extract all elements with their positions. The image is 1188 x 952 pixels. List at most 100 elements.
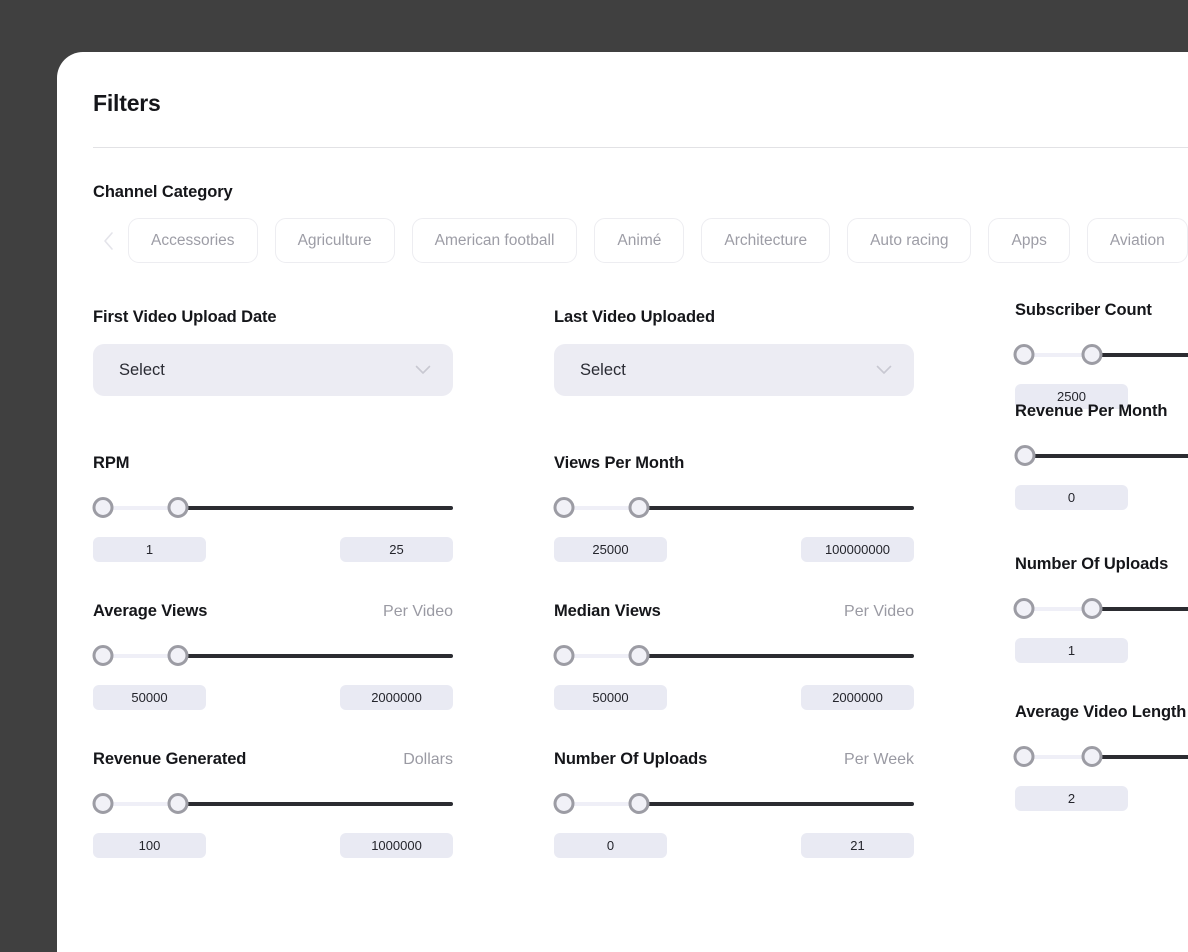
field-label: Revenue Generated [93,750,246,769]
filter-rpm: RPM 1 25 [93,454,554,562]
filter-number-of-uploads-right: Number Of Uploads 1 [1015,555,1188,710]
value-row: 50000 2000000 [93,685,453,710]
value-row: 0 21 [554,833,914,858]
field-unit: Per Week [844,751,914,769]
revenue-generated-slider[interactable] [93,793,453,815]
slider-max-value[interactable]: 21 [801,833,914,858]
slider-handle-max[interactable] [167,793,188,814]
slider-max-value[interactable]: 2000000 [340,685,453,710]
slider-max-value[interactable]: 25 [340,537,453,562]
slider-handle-max[interactable] [628,793,649,814]
slider-min-value[interactable]: 100 [93,833,206,858]
filter-subscriber-count: Subscriber Count 2500 [1015,301,1188,409]
slider-min-value[interactable]: 0 [1015,485,1128,510]
filter-first-video-upload-date: First Video Upload Date Select [93,308,554,409]
slider-min-value[interactable]: 25000 [554,537,667,562]
slider-handle-min[interactable] [93,645,114,666]
field-label: Last Video Uploaded [554,308,715,327]
category-chip[interactable]: Apps [988,218,1069,263]
category-chip[interactable]: Agriculture [275,218,395,263]
category-chip[interactable]: American football [412,218,578,263]
filters-grid: First Video Upload Date Select Last Vide… [93,308,1188,858]
value-row: 25000 100000000 [554,537,914,562]
slider-track-active [178,506,453,510]
filter-number-of-uploads: Number Of Uploads Per Week 0 21 [554,750,1015,858]
filter-average-video-length: Average Video Length 2 [1015,703,1188,858]
slider-min-value[interactable]: 50000 [554,685,667,710]
filter-revenue-generated: Revenue Generated Dollars 100 1000000 [93,750,554,858]
field-label: Revenue Per Month [1015,402,1167,421]
slider-max-value[interactable]: 1000000 [340,833,453,858]
slider-handle-min[interactable] [93,497,114,518]
field-label: RPM [93,454,129,473]
number-of-uploads-slider[interactable] [554,793,914,815]
filters-panel: Filters Channel Category Accessories Agr… [57,52,1188,952]
last-video-uploaded-select[interactable]: Select [554,344,914,396]
subscriber-count-slider[interactable] [1015,344,1188,366]
filter-views-per-month: Views Per Month 25000 100000000 [554,454,1015,562]
slider-track-active [1025,454,1188,458]
slider-track-active [639,802,914,806]
slider-handle-max[interactable] [628,497,649,518]
slider-handle-min[interactable] [1013,746,1034,767]
slider-handle-min[interactable] [1013,598,1034,619]
slider-handle-max[interactable] [1082,344,1103,365]
slider-min-value[interactable]: 2 [1015,786,1128,811]
field-label: First Video Upload Date [93,308,277,327]
category-chip[interactable]: Auto racing [847,218,971,263]
slider-max-value[interactable]: 100000000 [801,537,914,562]
category-chip[interactable]: Animé [594,218,684,263]
slider-handle-max[interactable] [1082,598,1103,619]
slider-track-active [178,654,453,658]
filter-average-views: Average Views Per Video 50000 2000000 [93,602,554,710]
slider-handle-min[interactable] [554,497,575,518]
slider-handle-min[interactable] [1015,445,1036,466]
median-views-slider[interactable] [554,645,914,667]
field-label: Number Of Uploads [1015,555,1168,574]
average-video-length-slider[interactable] [1015,746,1188,768]
chevron-down-icon [874,360,894,380]
slider-min-value[interactable]: 0 [554,833,667,858]
page-title: Filters [93,52,1188,117]
average-views-slider[interactable] [93,645,453,667]
value-row: 2 [1015,786,1188,811]
number-of-uploads-right-slider[interactable] [1015,598,1188,620]
field-label: Average Video Length [1015,703,1186,722]
channel-category-label: Channel Category [93,183,1188,202]
field-unit: Dollars [403,751,453,769]
filter-revenue-per-month: Revenue Per Month 0 [1015,402,1188,562]
slider-handle-max[interactable] [167,645,188,666]
value-row: 1 25 [93,537,453,562]
field-unit: Per Video [844,603,914,621]
first-video-upload-date-select[interactable]: Select [93,344,453,396]
chevron-left-icon[interactable] [93,226,123,256]
category-chip[interactable]: Aviation [1087,218,1188,263]
slider-min-value[interactable]: 1 [93,537,206,562]
field-label: Views Per Month [554,454,684,473]
slider-handle-min[interactable] [554,793,575,814]
select-value: Select [119,361,413,380]
category-chip[interactable]: Accessories [128,218,258,263]
slider-handle-max[interactable] [628,645,649,666]
slider-handle-min[interactable] [93,793,114,814]
category-chips-row: Accessories Agriculture American footbal… [93,218,1188,263]
slider-handle-max[interactable] [167,497,188,518]
slider-track-active [639,654,914,658]
filter-median-views: Median Views Per Video 50000 2000000 [554,602,1015,710]
slider-max-value[interactable]: 2000000 [801,685,914,710]
revenue-per-month-slider[interactable] [1015,445,1188,467]
slider-handle-max[interactable] [1082,746,1103,767]
category-chip[interactable]: Architecture [701,218,830,263]
field-label: Median Views [554,602,661,621]
slider-handle-min[interactable] [1013,344,1034,365]
slider-min-value[interactable]: 1 [1015,638,1128,663]
rpm-slider[interactable] [93,497,453,519]
slider-min-value[interactable]: 50000 [93,685,206,710]
value-row: 100 1000000 [93,833,453,858]
field-label: Subscriber Count [1015,301,1152,320]
views-per-month-slider[interactable] [554,497,914,519]
value-row: 0 [1015,485,1188,510]
slider-handle-min[interactable] [554,645,575,666]
field-label: Number Of Uploads [554,750,707,769]
chevron-down-icon [413,360,433,380]
